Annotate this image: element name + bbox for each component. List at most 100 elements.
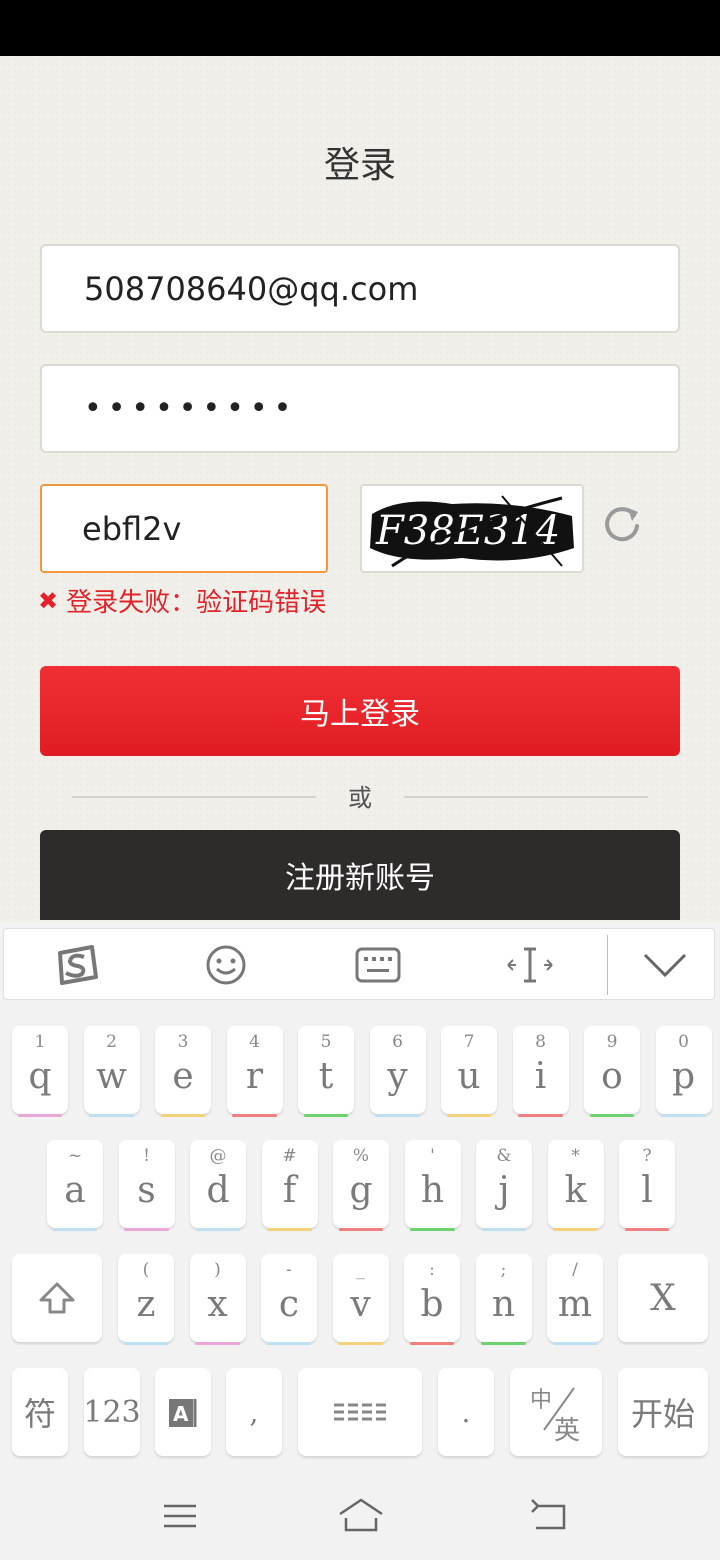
key-q[interactable]: 1q (12, 1026, 68, 1117)
key-t-color-bar (303, 1114, 349, 1117)
key-n[interactable]: ; n (475, 1254, 532, 1345)
key-i-color-bar (518, 1114, 563, 1117)
key-k[interactable]: * k (547, 1140, 604, 1231)
menu-icon[interactable] (160, 1496, 200, 1536)
captcha-graphic: F38E314 (370, 495, 574, 568)
key-o-secondary: 9 (606, 1032, 618, 1052)
key-a-color-bar (52, 1228, 98, 1231)
password-value: ••••••••• (84, 391, 298, 426)
key-s-secondary: ! (143, 1146, 150, 1166)
space-bar-icon (298, 1368, 422, 1456)
enter-key[interactable]: 开始 (618, 1368, 708, 1456)
delete-key[interactable]: X (618, 1254, 708, 1342)
key-f[interactable]: # f (261, 1140, 318, 1231)
key-m-secondary: / (572, 1260, 578, 1280)
key-u-label: u (457, 1056, 481, 1097)
key-k-color-bar (553, 1228, 598, 1231)
password-field[interactable]: ••••••••• (40, 364, 680, 453)
key-w-label: w (96, 1056, 127, 1097)
captcha-image[interactable]: F38E314 (360, 484, 584, 573)
key-b[interactable]: :b (404, 1254, 460, 1345)
key-w-secondary: 2 (106, 1032, 117, 1052)
key-x-color-bar (195, 1342, 240, 1345)
key-a[interactable]: ~ a (47, 1140, 103, 1231)
key-d[interactable]: @ d (190, 1140, 246, 1231)
key-p[interactable]: 0p (655, 1026, 712, 1117)
comma-key[interactable]: , (226, 1368, 282, 1456)
email-field[interactable]: 508708640@qq.com (40, 244, 680, 333)
key-y[interactable]: 6y (369, 1026, 426, 1117)
key-z[interactable]: (z (118, 1254, 174, 1345)
space-key[interactable] (298, 1368, 422, 1456)
sogou-logo-icon[interactable] (40, 929, 112, 1001)
key-c-label: c (278, 1284, 300, 1325)
numbers-key[interactable]: 123 (83, 1368, 141, 1456)
key-c[interactable]: -c (261, 1254, 317, 1345)
keyboard-switch-icon[interactable] (342, 929, 414, 1001)
key-l[interactable]: ? l (619, 1140, 675, 1231)
key-v-secondary: _ (356, 1260, 365, 1280)
key-i[interactable]: 8i (512, 1026, 569, 1117)
shift-key[interactable] (12, 1254, 102, 1342)
or-divider: 或 (72, 778, 648, 814)
language-switch-key[interactable]: 中 英 (510, 1368, 602, 1456)
key-o-label: o (601, 1056, 623, 1097)
key-z-secondary: ( (142, 1260, 150, 1280)
captcha-input[interactable]: ebfl2v (40, 484, 328, 573)
key-o[interactable]: 9o (584, 1026, 640, 1117)
keyboard-toolbar (3, 928, 715, 1000)
period-key[interactable]: . (438, 1368, 494, 1456)
key-f-color-bar (267, 1228, 312, 1231)
key-i-label: i (534, 1056, 547, 1097)
emoji-icon[interactable] (190, 929, 262, 1001)
key-f-label: f (282, 1170, 297, 1211)
error-text: 登录失败：验证码错误 (66, 588, 327, 618)
key-y-secondary: 6 (392, 1032, 403, 1052)
key-e-color-bar (160, 1114, 206, 1117)
key-n-label: n (491, 1284, 516, 1325)
key-j[interactable]: & j (476, 1140, 532, 1231)
cursor-move-icon[interactable] (494, 929, 566, 1001)
toolbar-separator (607, 935, 608, 995)
login-button-label: 马上登录 (300, 697, 420, 732)
register-button[interactable]: 注册新账号 (40, 830, 680, 920)
hide-keyboard-chevron-down-icon[interactable] (629, 929, 701, 1001)
key-s[interactable]: ! s (118, 1140, 175, 1231)
key-j-secondary: & (496, 1146, 512, 1166)
key-d-color-bar (195, 1228, 241, 1231)
symbols-key[interactable]: 符 (12, 1368, 68, 1456)
key-y-color-bar (375, 1114, 420, 1117)
key-r[interactable]: 4r (226, 1026, 283, 1117)
key-g-label: g (349, 1170, 373, 1211)
key-s-color-bar (124, 1228, 169, 1231)
key-g-color-bar (338, 1228, 384, 1231)
key-j-color-bar (481, 1228, 527, 1231)
key-h-label: h (420, 1170, 445, 1211)
key-t-secondary: 5 (320, 1032, 332, 1052)
key-x-secondary: ) (214, 1260, 221, 1280)
login-button[interactable]: 马上登录 (40, 666, 680, 756)
key-o-color-bar (589, 1114, 635, 1117)
key-x[interactable]: ) x (189, 1254, 246, 1345)
key-h[interactable]: ' h (404, 1140, 461, 1231)
refresh-captcha-icon[interactable] (600, 502, 644, 546)
key-p-label: p (671, 1056, 696, 1097)
key-g[interactable]: % g (333, 1140, 389, 1231)
keyboard-mode-key[interactable]: A (155, 1368, 211, 1456)
key-b-color-bar (409, 1342, 455, 1345)
key-w[interactable]: 2w (83, 1026, 140, 1117)
key-q-secondary: 1 (34, 1032, 46, 1052)
key-v[interactable]: _ v (332, 1254, 389, 1345)
home-icon[interactable] (338, 1496, 384, 1536)
key-e[interactable]: 3e (155, 1026, 211, 1117)
key-m[interactable]: / m (547, 1254, 603, 1345)
login-error-message: ✖ 登录失败：验证码错误 (38, 582, 326, 619)
key-t[interactable]: 5t (298, 1026, 354, 1117)
key-v-label: v (350, 1284, 371, 1325)
key-k-secondary: * (571, 1146, 580, 1166)
key-u[interactable]: 7u (441, 1026, 497, 1117)
back-icon[interactable] (528, 1496, 568, 1536)
key-n-secondary: ; (500, 1260, 507, 1280)
key-u-color-bar (446, 1114, 492, 1117)
error-icon: ✖ (38, 586, 59, 615)
